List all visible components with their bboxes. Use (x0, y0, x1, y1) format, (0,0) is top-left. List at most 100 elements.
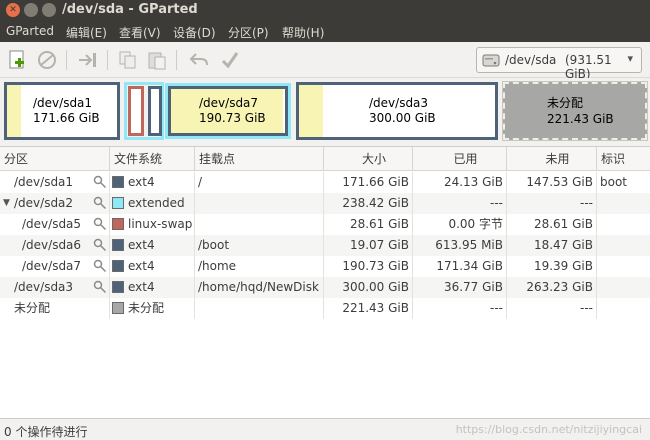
key-icon (93, 238, 107, 252)
column-header-flags[interactable]: 标识 (597, 147, 650, 171)
column-separator (194, 172, 195, 319)
title-bar: ✕ /dev/sda - GParted (0, 0, 650, 20)
filesystem-color-swatch (112, 260, 124, 272)
cell-unused: 263.23 GiB (526, 280, 593, 294)
cell-mountpoint: / (198, 175, 203, 189)
cell-unused: --- (580, 196, 593, 210)
filesystem-color-swatch (112, 197, 124, 209)
window-minimize-button[interactable] (24, 3, 38, 17)
delete-icon[interactable] (36, 50, 58, 70)
cell-size: 19.07 GiB (349, 238, 409, 252)
key-icon (93, 196, 107, 210)
cell-size: 171.66 GiB (342, 175, 409, 189)
column-header-size[interactable]: 大小 (324, 147, 413, 171)
map-partition-sda3[interactable]: /dev/sda3 300.00 GiB (296, 82, 498, 140)
cell-filesystem: ext4 (128, 175, 155, 189)
map-partition-size: 221.43 GiB (547, 112, 614, 126)
menu-view[interactable]: 查看(V) (119, 24, 161, 41)
cell-used: 0.00 字节 (448, 217, 503, 231)
filesystem-color-swatch (112, 176, 124, 188)
cell-used: --- (490, 301, 503, 315)
map-partition-sda5[interactable] (128, 86, 144, 136)
toolbar-separator (107, 50, 108, 70)
apply-icon[interactable] (219, 50, 241, 70)
undo-icon[interactable] (188, 50, 210, 70)
map-partition-name: /dev/sda3 (369, 96, 429, 110)
cell-partition: /dev/sda5 (22, 217, 82, 231)
cell-size: 238.42 GiB (342, 196, 409, 210)
cell-partition: /dev/sda6 (22, 238, 82, 252)
toolbar-separator (176, 50, 177, 70)
table-row[interactable]: /dev/sda1 ext4 / 171.66 GiB 24.13 GiB 14… (0, 172, 650, 193)
window-maximize-button[interactable] (42, 3, 56, 17)
cell-filesystem: linux-swap (128, 217, 193, 231)
status-bar: 0 个操作待进行 https://blog.csdn.net/nitzijiyi… (0, 418, 650, 440)
pending-operations-status: 0 个操作待进行 (4, 425, 88, 439)
cell-used: --- (490, 196, 503, 210)
cell-filesystem: ext4 (128, 280, 155, 294)
key-icon (93, 217, 107, 231)
cell-size: 28.61 GiB (349, 217, 409, 231)
cell-partition: 未分配 (14, 301, 51, 315)
table-row[interactable]: ▼ /dev/sda2 extended 238.42 GiB --- --- (0, 193, 650, 214)
map-unallocated[interactable]: 未分配 221.43 GiB (502, 81, 648, 141)
paste-icon[interactable] (146, 50, 168, 70)
cell-unused: 19.39 GiB (533, 259, 593, 273)
column-header-partition[interactable]: 分区 (0, 147, 110, 171)
key-icon (93, 259, 107, 273)
cell-filesystem: 未分配 (128, 301, 165, 315)
map-partition-size: 190.73 GiB (199, 111, 266, 125)
map-partition-sda7[interactable]: /dev/sda7 190.73 GiB (168, 86, 288, 136)
map-partition-name: 未分配 (547, 96, 584, 110)
chevron-down-icon: ▾ (627, 52, 633, 65)
device-name: /dev/sda (505, 53, 557, 67)
table-row[interactable]: /dev/sda6 ext4 /boot 19.07 GiB 613.95 Mi… (0, 235, 650, 256)
copy-icon[interactable] (117, 50, 139, 70)
column-separator (109, 172, 110, 319)
cell-mountpoint: /home/hqd/NewDisk (198, 280, 319, 294)
column-header-mountpoint[interactable]: 挂载点 (195, 147, 324, 171)
map-partition-sda6[interactable] (148, 86, 162, 136)
column-separator (596, 172, 597, 319)
filesystem-color-swatch (112, 239, 124, 251)
map-partition-name: /dev/sda1 (33, 96, 93, 110)
menu-device[interactable]: 设备(D) (173, 24, 216, 41)
cell-unused: 18.47 GiB (533, 238, 593, 252)
resize-move-icon[interactable] (77, 50, 99, 70)
key-icon (93, 175, 107, 189)
table-row[interactable]: /dev/sda7 ext4 /home 190.73 GiB 171.34 G… (0, 256, 650, 277)
column-header-filesystem[interactable]: 文件系统 (110, 147, 195, 171)
cell-filesystem: ext4 (128, 259, 155, 273)
new-partition-icon[interactable] (6, 50, 28, 70)
menu-partition[interactable]: 分区(P) (228, 24, 269, 41)
cell-used: 24.13 GiB (443, 175, 503, 189)
watermark-text: https://blog.csdn.net/nitzijiyingcai (455, 423, 642, 436)
cell-used: 613.95 MiB (435, 238, 503, 252)
cell-partition: /dev/sda2 (14, 196, 74, 210)
key-icon (93, 280, 107, 294)
cell-mountpoint: /boot (198, 238, 230, 252)
cell-partition: /dev/sda3 (14, 280, 74, 294)
table-row[interactable]: 未分配 未分配 221.43 GiB --- --- (0, 298, 650, 319)
filesystem-color-swatch (112, 302, 124, 314)
map-partition-sda1[interactable]: /dev/sda1 171.66 GiB (4, 82, 120, 140)
device-selector[interactable]: /dev/sda (931.51 GiB) ▾ (476, 47, 642, 81)
cell-flags: boot (600, 175, 628, 189)
window-close-button[interactable]: ✕ (6, 3, 20, 17)
expander-arrow-icon[interactable]: ▼ (3, 193, 10, 214)
filesystem-color-swatch (112, 218, 124, 230)
cell-size: 190.73 GiB (342, 259, 409, 273)
menu-help[interactable]: 帮助(H) (282, 24, 324, 41)
menu-gparted[interactable]: GParted (6, 24, 54, 38)
column-header-used[interactable]: 已用 (413, 147, 507, 171)
menu-edit[interactable]: 编辑(E) (66, 24, 107, 41)
map-partition-size: 171.66 GiB (33, 111, 100, 125)
table-row[interactable]: /dev/sda5 linux-swap 28.61 GiB 0.00 字节 2… (0, 214, 650, 235)
table-row[interactable]: /dev/sda3 ext4 /home/hqd/NewDisk 300.00 … (0, 277, 650, 298)
map-used-space (7, 85, 21, 137)
map-partition-size: 300.00 GiB (369, 111, 436, 125)
column-header-unused[interactable]: 未用 (507, 147, 597, 171)
cell-unused: 147.53 GiB (526, 175, 593, 189)
cell-used: 36.77 GiB (443, 280, 503, 294)
column-separator (412, 172, 413, 319)
